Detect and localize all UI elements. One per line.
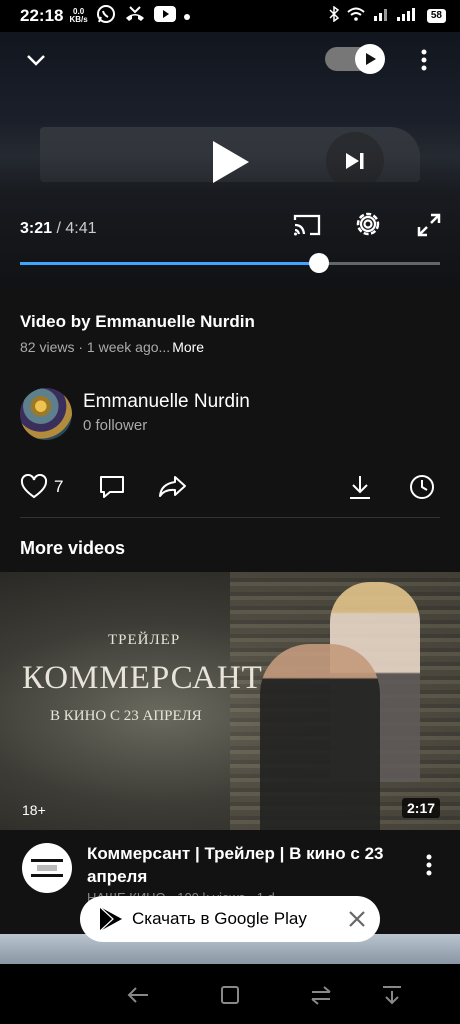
status-bar: 22:18 0.0 KB/s 58 [0,0,460,32]
whatsapp-icon [96,4,116,29]
heart-icon [20,474,48,499]
seek-bar[interactable] [20,253,440,273]
age-rating-label: 18+ [22,802,46,818]
video-meta[interactable]: 82 views · 1 week ago... More [20,339,204,355]
recommended-video-menu-button[interactable] [416,848,442,882]
pull-down-icon [383,986,401,1005]
more-videos-heading: More videos [20,538,126,558]
more-vertical-icon [426,854,432,876]
close-banner-button[interactable] [348,910,366,928]
channel-logo-icon [31,859,63,877]
youtube-icon [153,5,176,27]
back-button[interactable] [121,978,155,1012]
collapse-player-button[interactable] [20,46,52,74]
back-arrow-icon [127,987,148,1003]
wifi-icon [347,7,365,26]
download-icon [350,476,370,499]
thumbnail-film-title: КОММЕРСАНТ [22,660,263,696]
like-count: 7 [54,477,64,496]
duration-badge: 2:17 [402,798,441,818]
like-button[interactable]: 7 [20,470,63,504]
video-views-date: 82 views · 1 week ago... [20,339,171,355]
settings-button[interactable] [350,206,386,242]
home-button[interactable] [213,978,247,1012]
share-button[interactable] [158,470,188,504]
recommended-video-title[interactable]: Коммерсант | Трейлер | В кино с 23 апрел… [87,842,417,888]
play-icon [213,141,249,183]
notification-pull-button[interactable] [375,978,409,1012]
skip-next-icon [346,153,364,169]
cast-icon [293,214,321,236]
battery-indicator: 58 [426,9,446,23]
missed-call-icon [124,5,146,28]
action-row: 7 [0,470,460,504]
watch-later-button[interactable] [408,470,436,504]
video-title[interactable]: Video by Emmanuelle Nurdin [20,312,255,332]
comment-icon [100,476,124,498]
recommended-video-thumbnail[interactable] [0,572,460,830]
google-play-banner[interactable]: Скачать в Google Play [80,896,380,942]
close-icon [349,911,365,927]
cast-button[interactable] [290,208,324,242]
status-time: 22:18 [20,6,64,25]
channel-name[interactable]: Emmanuelle Nurdin [83,391,250,413]
cell-signal-icon [396,7,419,26]
more-vertical-icon [421,49,427,71]
download-button[interactable] [346,470,374,504]
current-time: 3:21 [20,220,53,237]
bluetooth-icon [329,5,340,27]
next-video-button[interactable] [326,132,384,190]
fullscreen-icon [417,213,441,237]
square-icon [221,986,239,1004]
autoplay-toggle[interactable] [325,44,385,74]
seek-bar-played [20,262,320,265]
video-player[interactable]: 3:21 / 4:41 [0,32,460,290]
time-separator: / [52,220,66,237]
notification-dot-icon [183,7,190,25]
play-small-icon [366,53,376,65]
fullscreen-button[interactable] [412,208,446,242]
network-speed-unit: KB/s [69,15,88,24]
player-more-options-button[interactable] [410,44,438,76]
play-button[interactable] [200,132,260,192]
thumbnail-figure-man [260,644,380,830]
volte-signal-icon [373,7,389,26]
more-description-link[interactable]: More [172,339,204,355]
google-play-icon [99,906,122,932]
recommended-channel-avatar[interactable] [22,843,72,893]
comment-button[interactable] [98,470,126,504]
recents-icon [311,986,331,1005]
thumbnail-trailer-text: ТРЕЙЛЕР [108,632,181,648]
channel-avatar[interactable] [20,388,72,440]
total-duration: 4:41 [65,220,97,237]
channel-follower-count: 0 follower [83,417,148,434]
autoplay-knob [355,44,385,74]
gear-icon [356,212,380,236]
network-speed: 0.0 KB/s [69,8,87,24]
recents-button[interactable] [304,978,338,1012]
google-play-label: Скачать в Google Play [132,909,307,928]
thumbnail-release-text: В КИНО С 23 АПРЕЛЯ [50,708,202,724]
share-icon [159,476,186,497]
chevron-down-icon [27,55,45,66]
time-readout: 3:21 / 4:41 [20,220,97,238]
clock-icon [410,475,434,499]
divider [20,517,440,518]
system-nav-bar [0,964,460,1024]
